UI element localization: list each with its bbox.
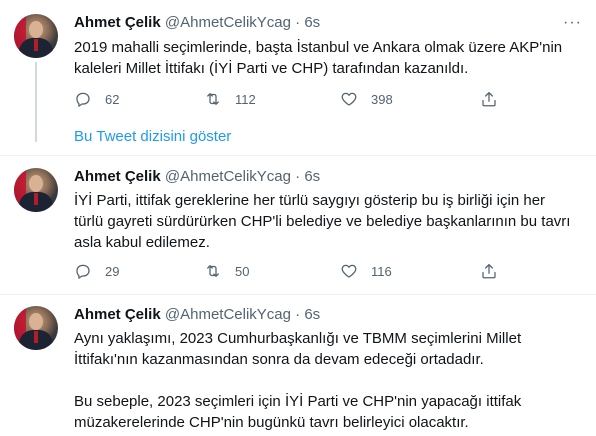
avatar[interactable] <box>14 168 58 212</box>
timestamp[interactable]: 6s <box>304 14 320 31</box>
retweet-button[interactable]: 50 <box>204 262 249 280</box>
retweet-button[interactable]: 112 <box>204 90 256 108</box>
tweet-text: Aynı yaklaşımı, 2023 Cumhurbaşkanlığı ve… <box>74 330 522 431</box>
share-icon <box>482 263 496 279</box>
tweet-2[interactable]: Ahmet Çelik @AhmetCelikYcag · 6s İYİ Par… <box>0 156 596 296</box>
tweet-text: İYİ Parti, ittifak gereklerine her türlü… <box>74 192 575 251</box>
like-count: 116 <box>371 263 392 279</box>
show-thread-link[interactable]: Bu Tweet dizisini göster <box>74 128 231 145</box>
separator: · <box>295 14 301 31</box>
author-handle[interactable]: @AhmetCelikYcag <box>165 168 291 185</box>
avatar[interactable] <box>14 14 58 58</box>
author-name[interactable]: Ahmet Çelik <box>74 14 161 31</box>
tweet-header: Ahmet Çelik @AhmetCelikYcag · 6s <box>74 305 320 325</box>
separator: · <box>295 168 301 185</box>
tweet-3[interactable]: Ahmet Çelik @AhmetCelikYcag · 6s Aynı ya… <box>0 295 596 436</box>
timestamp[interactable]: 6s <box>304 306 320 323</box>
reply-icon <box>76 264 90 279</box>
author-handle[interactable]: @AhmetCelikYcag <box>165 14 291 31</box>
like-count: 398 <box>371 91 393 107</box>
heart-icon <box>341 92 357 106</box>
like-button[interactable]: 398 <box>340 90 393 108</box>
retweet-count: 112 <box>235 91 256 107</box>
tweet-actions: 62 112 398 <box>74 90 504 110</box>
author-name[interactable]: Ahmet Çelik <box>74 168 161 185</box>
tweet-header: Ahmet Çelik @AhmetCelikYcag · 6s <box>74 13 320 33</box>
reply-icon <box>76 92 90 107</box>
like-button[interactable]: 116 <box>340 262 392 280</box>
tweet-header: Ahmet Çelik @AhmetCelikYcag · 6s <box>74 167 320 187</box>
reply-button[interactable]: 62 <box>74 90 119 108</box>
share-button[interactable] <box>480 90 498 108</box>
retweet-count: 50 <box>235 263 250 279</box>
share-button[interactable] <box>480 262 498 280</box>
retweet-icon <box>207 93 219 105</box>
timestamp[interactable]: 6s <box>304 168 320 185</box>
tweet-text: 2019 mahalli seçimlerinde, başta İstanbu… <box>74 39 567 77</box>
author-handle[interactable]: @AhmetCelikYcag <box>165 306 291 323</box>
more-icon[interactable]: ··· <box>563 13 582 33</box>
author-name[interactable]: Ahmet Çelik <box>74 306 161 323</box>
share-icon <box>482 91 496 107</box>
thread-line <box>35 62 37 142</box>
reply-button[interactable]: 29 <box>74 262 119 280</box>
reply-count: 29 <box>105 263 120 279</box>
tweet-actions: 29 50 116 <box>74 262 504 282</box>
separator: · <box>295 306 301 323</box>
tweet-1[interactable]: Ahmet Çelik @AhmetCelikYcag · 6s ··· 201… <box>0 0 596 150</box>
heart-icon <box>341 264 357 278</box>
reply-count: 62 <box>105 91 120 107</box>
avatar[interactable] <box>14 306 58 350</box>
retweet-icon <box>207 265 219 277</box>
